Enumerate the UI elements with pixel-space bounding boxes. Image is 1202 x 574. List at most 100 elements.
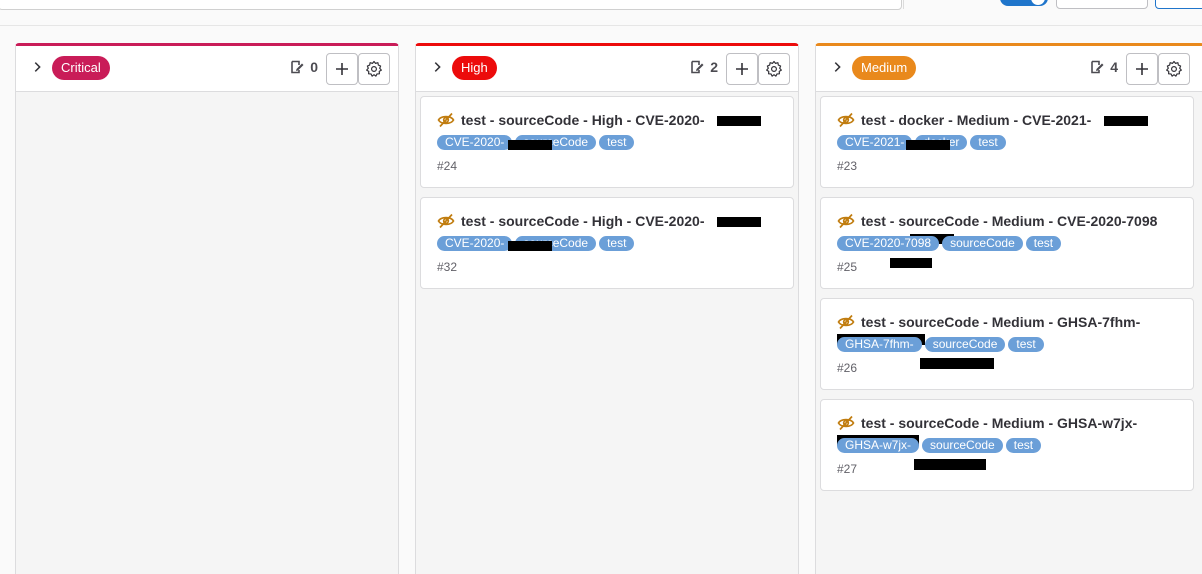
label-tag[interactable]: sourceCode [942, 236, 1023, 251]
board-toolbar [0, 0, 1202, 26]
gear-icon [366, 60, 382, 77]
label-tag[interactable]: CVE-2020-7098 [837, 236, 940, 251]
label-tag[interactable]: CVE-2020- [437, 236, 513, 251]
list-settings-button[interactable] [358, 53, 390, 85]
redaction [920, 358, 994, 369]
label-tag[interactable]: CVE-2021- [837, 135, 913, 150]
card-list: test - sourceCode - High - CVE-2020- CVE… [416, 92, 798, 289]
issue-count: 4 [1089, 59, 1118, 75]
list-settings-button[interactable] [1158, 53, 1190, 85]
card-title[interactable]: test - sourceCode - High - CVE-2020- [437, 112, 777, 129]
redaction [1104, 116, 1148, 126]
card-title-text: test - sourceCode - Medium - GHSA-w7jx- [861, 415, 1138, 431]
label-tag[interactable]: sourceCode [922, 438, 1003, 453]
list-header: Medium 4 [816, 46, 1202, 92]
chevron-right-icon[interactable] [830, 60, 844, 74]
list-settings-button[interactable] [758, 53, 790, 85]
board-list-critical: Critical 0 [15, 43, 399, 574]
card-title-text: test - sourceCode - Medium - CVE-2020-70… [861, 213, 1158, 229]
list-label-badge[interactable]: Critical [52, 56, 110, 80]
plus-icon [1136, 63, 1148, 75]
plus-icon [736, 63, 748, 75]
issue-number: #32 [437, 260, 458, 274]
issue-number: #26 [837, 361, 858, 375]
label-tag[interactable]: test [1008, 337, 1044, 352]
eye-slash-icon [837, 112, 855, 128]
label-tag[interactable]: test [599, 236, 635, 251]
issue-card[interactable]: test - sourceCode - High - CVE-2020- CVE… [420, 197, 794, 289]
list-label-badge[interactable]: High [452, 56, 497, 80]
toolbar-divider [903, 0, 904, 9]
issue-card[interactable]: test - sourceCode - Medium - CVE-2020-70… [820, 197, 1194, 289]
gear-icon [766, 60, 782, 77]
label-tag[interactable]: CVE-2020- [437, 135, 513, 150]
list-header: Critical 0 [16, 46, 398, 92]
card-labels: CVE-2020- sourceCode test [437, 236, 777, 251]
issue-count-value: 0 [310, 59, 318, 75]
card-title-text: test - sourceCode - High - CVE-2020- [461, 213, 705, 229]
eye-slash-icon [837, 213, 855, 229]
issue-number: #27 [837, 462, 858, 476]
issues-icon [291, 60, 304, 74]
issue-count-value: 2 [710, 59, 718, 75]
issue-number: #25 [837, 260, 858, 274]
label-tag[interactable]: test [1005, 438, 1042, 453]
redaction [508, 241, 552, 251]
list-label-badge[interactable]: Medium [852, 56, 917, 80]
issue-count: 0 [289, 59, 318, 75]
issue-card[interactable]: test - sourceCode - High - CVE-2020- CVE… [420, 96, 794, 188]
search-filter-input[interactable] [0, 0, 902, 10]
card-title-text: test - sourceCode - Medium - GHSA-7fhm- [861, 314, 1141, 330]
chevron-right-icon[interactable] [30, 60, 44, 74]
card-title-text: test - sourceCode - High - CVE-2020- [461, 112, 705, 128]
add-issue-button[interactable] [1126, 53, 1158, 85]
redaction [890, 258, 932, 268]
label-tag[interactable]: test [599, 135, 635, 150]
card-labels: CVE-2020-7098 sourceCode test [837, 236, 1177, 251]
label-tag[interactable]: GHSA-w7jx- [837, 438, 920, 453]
eye-slash-icon [837, 415, 855, 431]
redaction [508, 140, 552, 150]
card-labels: GHSA-7fhm- sourceCode test [837, 337, 1177, 352]
card-title-text: test - docker - Medium - CVE-2021- [861, 112, 1092, 128]
card-title[interactable]: test - sourceCode - High - CVE-2020- [437, 213, 777, 230]
card-labels: GHSA-w7jx- sourceCode test [837, 438, 1177, 453]
issues-icon [691, 60, 704, 74]
list-header: High 2 [416, 46, 798, 92]
add-issue-button[interactable] [726, 53, 758, 85]
card-list: test - docker - Medium - CVE-2021- CVE-2… [816, 92, 1202, 491]
eye-slash-icon [437, 213, 455, 229]
card-title[interactable]: test - sourceCode - Medium - CVE-2020-70… [837, 213, 1177, 244]
card-title[interactable]: test - sourceCode - Medium - GHSA-w7jx- [837, 415, 1177, 446]
card-title[interactable]: test - docker - Medium - CVE-2021- [837, 112, 1177, 129]
issue-number: #23 [837, 159, 858, 173]
toolbar-primary-button[interactable] [1155, 0, 1202, 9]
label-tag[interactable]: test [970, 135, 1006, 150]
label-tag[interactable]: GHSA-7fhm- [837, 337, 922, 352]
redaction [717, 116, 761, 126]
card-labels: CVE-2020- sourceCode test [437, 135, 777, 150]
issue-card[interactable]: test - sourceCode - Medium - GHSA-7fhm- … [820, 298, 1194, 390]
issue-count-value: 4 [1110, 59, 1118, 75]
plus-icon [336, 63, 348, 75]
board-list-high: High 2 test - sourceCode - High - CVE-20… [415, 43, 799, 574]
toggle-switch[interactable] [1000, 0, 1048, 6]
label-tag[interactable]: sourceCode [924, 337, 1006, 352]
toolbar-button[interactable] [1056, 0, 1148, 9]
gear-icon [1166, 60, 1182, 77]
issue-number: #24 [437, 159, 458, 173]
eye-slash-icon [837, 314, 855, 330]
redaction [906, 140, 950, 150]
issue-card[interactable]: test - sourceCode - Medium - GHSA-w7jx- … [820, 399, 1194, 491]
card-title[interactable]: test - sourceCode - Medium - GHSA-7fhm- [837, 314, 1177, 345]
redaction [717, 217, 761, 227]
board-list-medium: Medium 4 test - docker - Medium - CVE-20… [815, 43, 1202, 574]
redaction [914, 459, 986, 470]
issue-card[interactable]: test - docker - Medium - CVE-2021- CVE-2… [820, 96, 1194, 188]
chevron-right-icon[interactable] [430, 60, 444, 74]
label-tag[interactable]: test [1025, 236, 1062, 251]
issues-icon [1091, 60, 1104, 74]
add-issue-button[interactable] [326, 53, 358, 85]
issue-count: 2 [689, 59, 718, 75]
card-labels: CVE-2021- docker test [837, 135, 1177, 150]
